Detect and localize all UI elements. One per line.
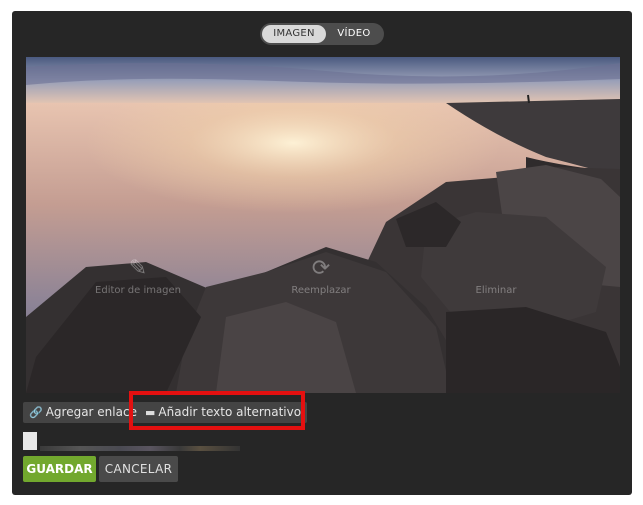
link-icon: 🔗 xyxy=(29,406,43,419)
edit-image-label: Editor de imagen xyxy=(95,285,181,296)
seascape-photo xyxy=(26,57,620,393)
cancel-button[interactable]: CANCELAR xyxy=(99,456,178,482)
blurred-strip xyxy=(40,446,240,451)
replace-image-action[interactable]: ⟳ Reemplazar xyxy=(276,256,366,297)
image-preview[interactable]: ✎ Editor de imagen ⟳ Reemplazar Eliminar xyxy=(26,57,620,393)
replace-image-label: Reemplazar xyxy=(291,285,351,296)
brush-icon: ✎ xyxy=(128,256,148,281)
add-link-label: Agregar enlace xyxy=(45,405,137,419)
toggle-image[interactable]: IMAGEN xyxy=(262,25,326,43)
annotation-highlight-box xyxy=(129,391,305,430)
add-link-button[interactable]: 🔗 Agregar enlace xyxy=(23,402,143,423)
save-button[interactable]: GUARDAR xyxy=(23,456,96,482)
media-type-toggle: IMAGEN VÍDEO xyxy=(260,23,384,45)
trash-icon xyxy=(456,257,536,281)
color-swatch[interactable] xyxy=(23,432,37,450)
refresh-icon: ⟳ xyxy=(311,256,331,281)
toggle-video[interactable]: VÍDEO xyxy=(332,23,376,45)
delete-image-action[interactable]: Eliminar xyxy=(456,257,536,296)
delete-image-label: Eliminar xyxy=(475,285,517,296)
edit-image-action[interactable]: ✎ Editor de imagen xyxy=(88,256,188,297)
